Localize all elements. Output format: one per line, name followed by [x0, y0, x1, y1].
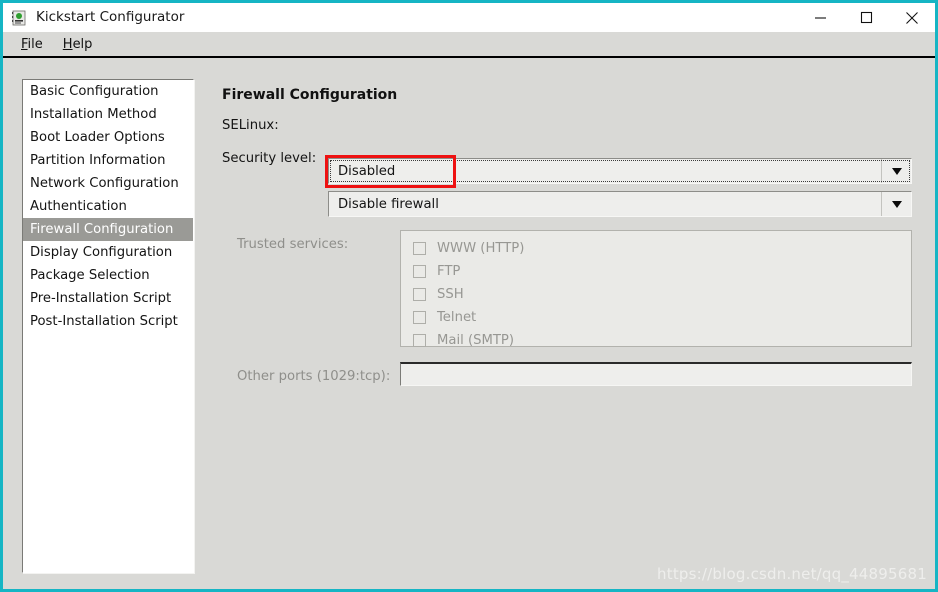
trusted-service-label: SSH — [437, 287, 464, 302]
sidebar-item-basic-configuration[interactable]: Basic Configuration — [23, 80, 193, 103]
other-ports-label: Other ports (1029:tcp): — [237, 369, 391, 384]
app-icon — [11, 10, 27, 26]
trusted-service-row-www[interactable]: WWW (HTTP) — [401, 237, 911, 260]
sidebar-item-partition-information[interactable]: Partition Information — [23, 149, 193, 172]
selinux-label: SELinux: — [222, 118, 279, 133]
minimize-button[interactable] — [797, 3, 843, 32]
sidebar-item-post-installation-script[interactable]: Post-Installation Script — [23, 310, 193, 333]
trusted-service-row-ssh[interactable]: SSH — [401, 283, 911, 306]
sidebar-list[interactable]: Basic Configuration Installation Method … — [22, 79, 194, 573]
trusted-service-row-telnet[interactable]: Telnet — [401, 306, 911, 329]
checkbox-ssh[interactable] — [413, 288, 426, 301]
page-title: Firewall Configuration — [222, 87, 398, 103]
sidebar-item-display-configuration[interactable]: Display Configuration — [23, 241, 193, 264]
menu-bar: File Help — [3, 32, 935, 58]
window-controls — [797, 3, 935, 32]
window-title: Kickstart Configurator — [36, 8, 185, 25]
trusted-service-label: WWW (HTTP) — [437, 241, 525, 256]
menu-item-help[interactable]: Help — [53, 36, 103, 53]
trusted-services-group: WWW (HTTP) FTP SSH Telnet Mail (SMTP) — [400, 230, 912, 348]
maximize-button[interactable] — [843, 3, 889, 32]
close-icon — [906, 11, 918, 24]
checkbox-ftp[interactable] — [413, 265, 426, 278]
close-button[interactable] — [889, 3, 935, 32]
trusted-services-label: Trusted services: — [237, 237, 349, 252]
maximize-icon — [860, 11, 872, 24]
checkbox-www-http[interactable] — [413, 242, 426, 255]
sidebar-item-boot-loader-options[interactable]: Boot Loader Options — [23, 126, 193, 149]
sidebar-item-network-configuration[interactable]: Network Configuration — [23, 172, 193, 195]
trusted-service-row-mail[interactable]: Mail (SMTP) — [401, 329, 911, 352]
security-level-value: Disable firewall — [338, 196, 439, 212]
selinux-value: Disabled — [338, 163, 396, 179]
sidebar-item-firewall-configuration[interactable]: Firewall Configuration — [23, 218, 193, 241]
checkbox-mail-smtp[interactable] — [413, 334, 426, 347]
trusted-service-label: FTP — [437, 264, 461, 279]
sidebar-item-package-selection[interactable]: Package Selection — [23, 264, 193, 287]
other-ports-input[interactable] — [400, 362, 912, 386]
selinux-combobox[interactable]: Disabled — [328, 158, 912, 184]
trusted-service-label: Mail (SMTP) — [437, 333, 515, 348]
minimize-icon — [814, 17, 826, 19]
chevron-down-icon[interactable] — [881, 159, 911, 183]
content-area: Basic Configuration Installation Method … — [3, 60, 935, 589]
security-level-label: Security level: — [222, 151, 317, 166]
watermark: https://blog.csdn.net/qq_44895681 — [657, 565, 927, 583]
menu-item-file[interactable]: File — [11, 36, 53, 53]
chevron-down-icon[interactable] — [881, 192, 911, 216]
title-bar: Kickstart Configurator — [3, 3, 935, 32]
checkbox-telnet[interactable] — [413, 311, 426, 324]
security-level-combobox[interactable]: Disable firewall — [328, 191, 912, 217]
sidebar-item-authentication[interactable]: Authentication — [23, 195, 193, 218]
trusted-service-label: Telnet — [437, 310, 477, 325]
sidebar-item-installation-method[interactable]: Installation Method — [23, 103, 193, 126]
trusted-service-row-ftp[interactable]: FTP — [401, 260, 911, 283]
sidebar-item-pre-installation-script[interactable]: Pre-Installation Script — [23, 287, 193, 310]
application-window: Kickstart Configurator File Help Basic C… — [0, 0, 938, 592]
